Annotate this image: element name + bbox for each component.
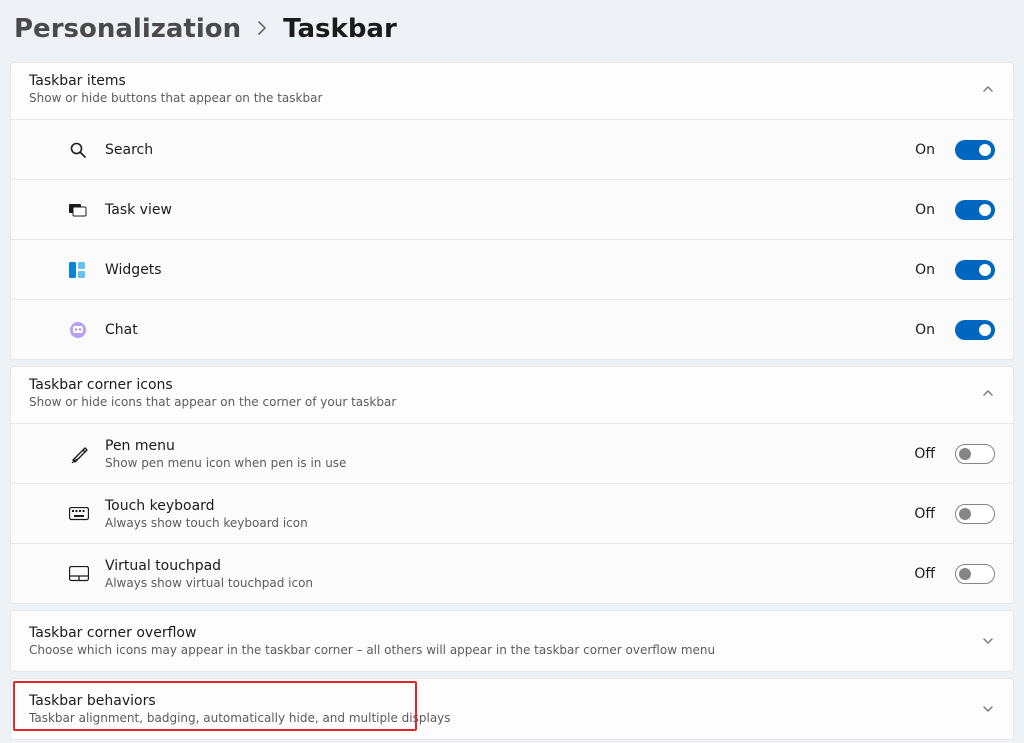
breadcrumb: Personalization Taskbar bbox=[0, 0, 1024, 62]
row-task-view[interactable]: Task view On bbox=[11, 179, 1013, 239]
toggle-task-view[interactable] bbox=[955, 200, 995, 220]
toggle-pen-menu[interactable] bbox=[955, 444, 995, 464]
chevron-down-icon bbox=[981, 702, 995, 716]
section-header-corner-icons[interactable]: Taskbar corner icons Show or hide icons … bbox=[11, 367, 1013, 423]
row-label: Touch keyboard bbox=[105, 498, 896, 514]
toggle-state-label: Off bbox=[914, 566, 935, 582]
section-subtitle: Show or hide buttons that appear on the … bbox=[29, 91, 322, 105]
row-virtual-touchpad[interactable]: Virtual touchpad Always show virtual tou… bbox=[11, 543, 1013, 603]
chevron-up-icon bbox=[981, 386, 995, 400]
keyboard-icon bbox=[69, 507, 89, 521]
chevron-right-icon bbox=[257, 19, 267, 40]
chevron-up-icon bbox=[981, 82, 995, 96]
row-label: Search bbox=[105, 142, 897, 158]
section-subtitle: Show or hide icons that appear on the co… bbox=[29, 395, 396, 409]
section-taskbar-items: Taskbar items Show or hide buttons that … bbox=[10, 62, 1014, 360]
row-label: Pen menu bbox=[105, 438, 896, 454]
widgets-icon bbox=[69, 262, 85, 278]
row-pen-menu[interactable]: Pen menu Show pen menu icon when pen is … bbox=[11, 423, 1013, 483]
breadcrumb-page: Taskbar bbox=[283, 14, 397, 44]
section-taskbar-behaviors: Taskbar behaviors Taskbar alignment, bad… bbox=[10, 678, 1014, 740]
section-taskbar-corner-icons: Taskbar corner icons Show or hide icons … bbox=[10, 366, 1014, 604]
section-title: Taskbar behaviors bbox=[29, 693, 451, 709]
section-header-overflow[interactable]: Taskbar corner overflow Choose which ico… bbox=[11, 611, 1013, 671]
row-label: Chat bbox=[105, 322, 897, 338]
toggle-virtual-touchpad[interactable] bbox=[955, 564, 995, 584]
section-title: Taskbar corner icons bbox=[29, 377, 396, 393]
section-header-behaviors[interactable]: Taskbar behaviors Taskbar alignment, bad… bbox=[11, 679, 1013, 739]
toggle-state-label: On bbox=[915, 262, 935, 278]
row-description: Show pen menu icon when pen is in use bbox=[105, 456, 896, 470]
breadcrumb-parent[interactable]: Personalization bbox=[14, 14, 241, 44]
toggle-state-label: On bbox=[915, 142, 935, 158]
chevron-down-icon bbox=[981, 634, 995, 648]
chat-icon bbox=[69, 321, 87, 339]
row-label: Task view bbox=[105, 202, 897, 218]
row-label: Virtual touchpad bbox=[105, 558, 896, 574]
toggle-state-label: On bbox=[915, 202, 935, 218]
search-icon bbox=[69, 141, 87, 159]
pen-icon bbox=[69, 444, 89, 464]
row-label: Widgets bbox=[105, 262, 897, 278]
toggle-chat[interactable] bbox=[955, 320, 995, 340]
toggle-state-label: Off bbox=[914, 506, 935, 522]
touchpad-icon bbox=[69, 566, 89, 582]
toggle-state-label: On bbox=[915, 322, 935, 338]
row-touch-keyboard[interactable]: Touch keyboard Always show touch keyboar… bbox=[11, 483, 1013, 543]
section-subtitle: Taskbar alignment, badging, automaticall… bbox=[29, 711, 451, 725]
task-view-icon bbox=[69, 203, 87, 217]
row-widgets[interactable]: Widgets On bbox=[11, 239, 1013, 299]
row-description: Always show virtual touchpad icon bbox=[105, 576, 896, 590]
toggle-widgets[interactable] bbox=[955, 260, 995, 280]
toggle-state-label: Off bbox=[914, 446, 935, 462]
section-title: Taskbar items bbox=[29, 73, 322, 89]
section-taskbar-corner-overflow: Taskbar corner overflow Choose which ico… bbox=[10, 610, 1014, 672]
toggle-search[interactable] bbox=[955, 140, 995, 160]
row-chat[interactable]: Chat On bbox=[11, 299, 1013, 359]
row-description: Always show touch keyboard icon bbox=[105, 516, 896, 530]
section-header-taskbar-items[interactable]: Taskbar items Show or hide buttons that … bbox=[11, 63, 1013, 119]
toggle-touch-keyboard[interactable] bbox=[955, 504, 995, 524]
section-title: Taskbar corner overflow bbox=[29, 625, 715, 641]
section-subtitle: Choose which icons may appear in the tas… bbox=[29, 643, 715, 657]
row-search[interactable]: Search On bbox=[11, 119, 1013, 179]
